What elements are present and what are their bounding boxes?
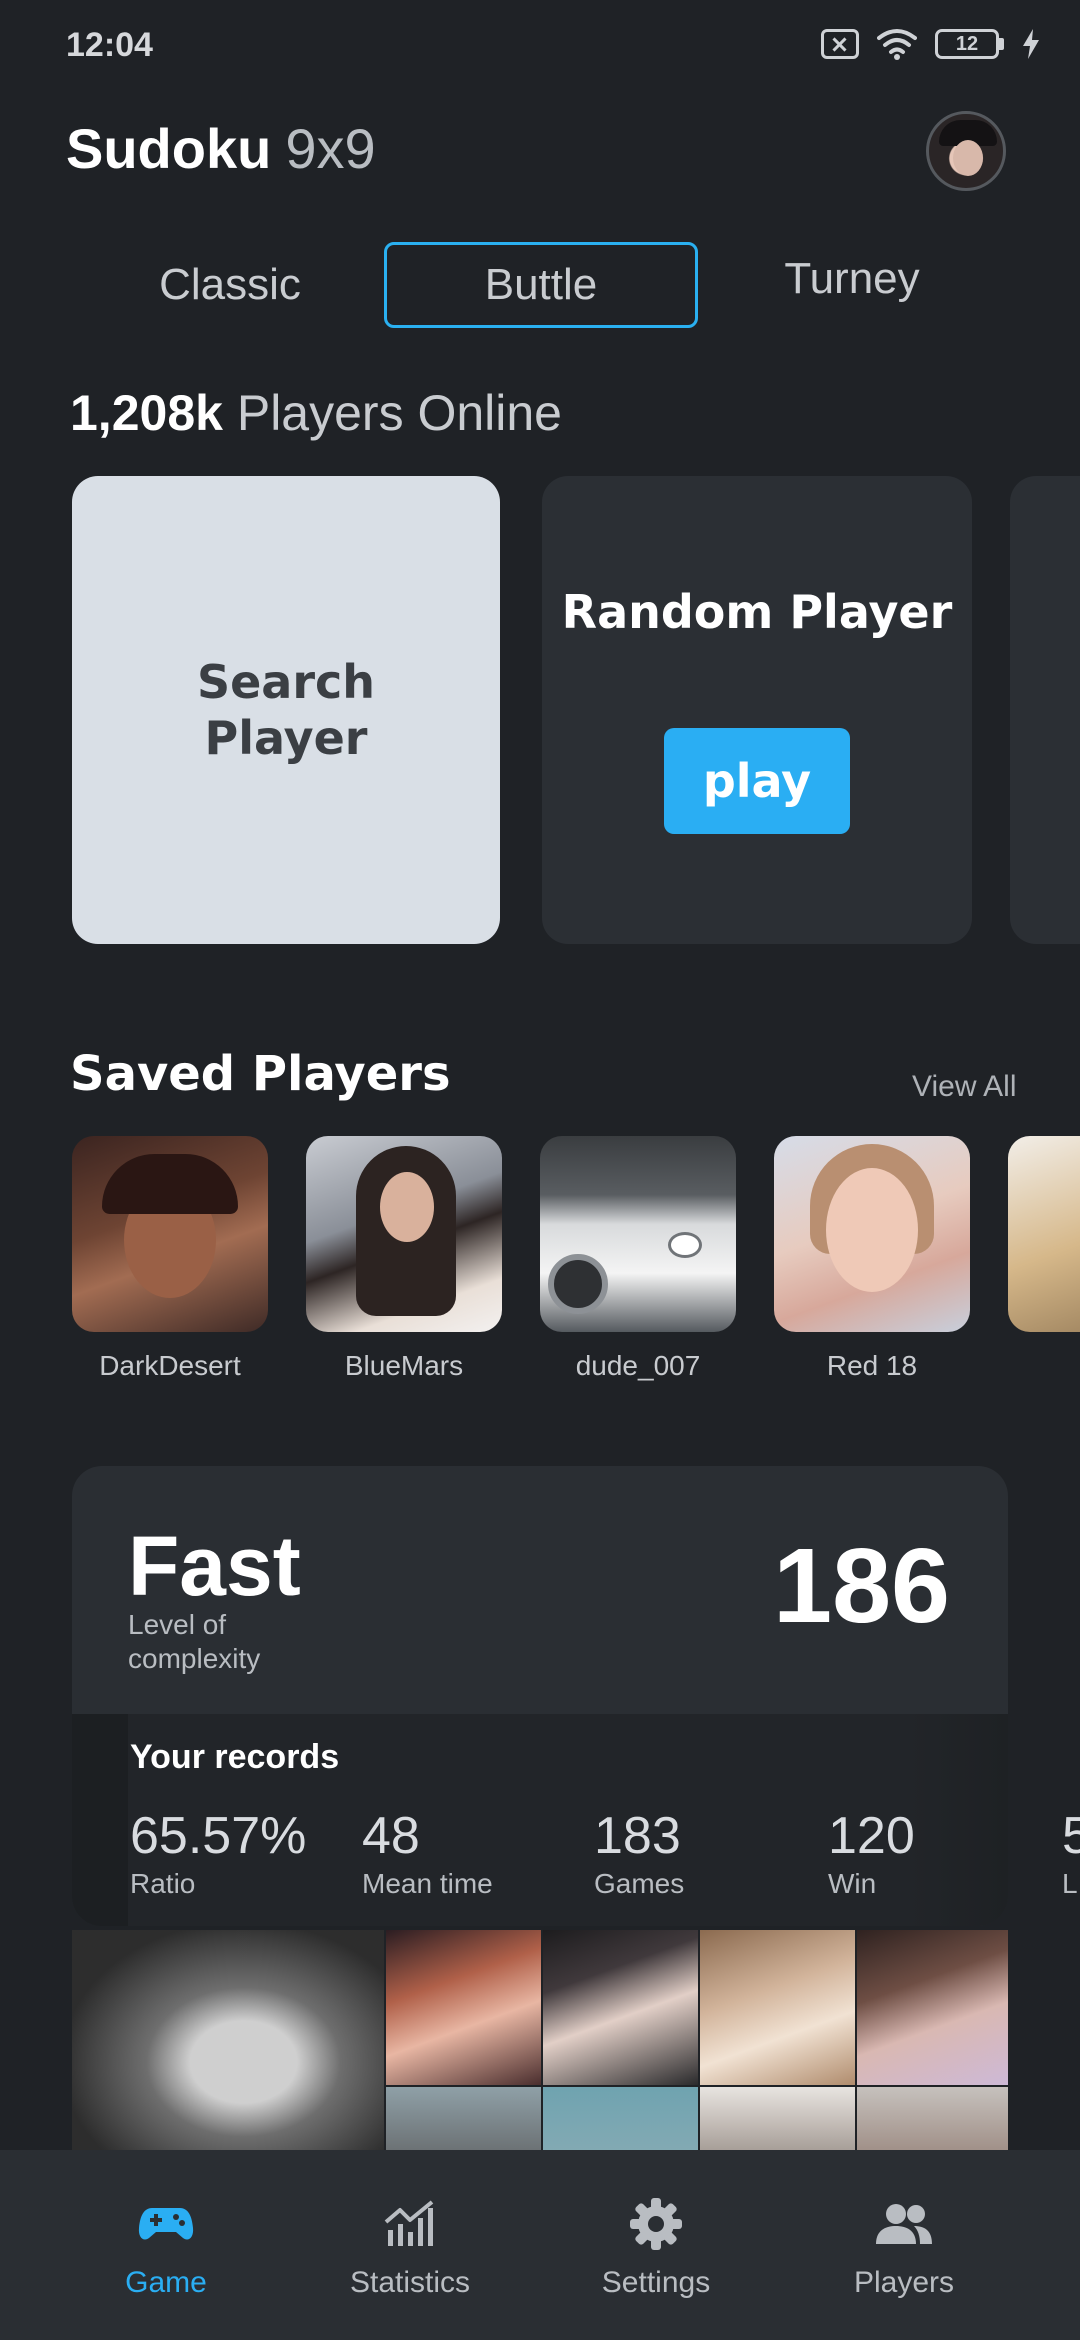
nav-players-label: Players	[853, 2266, 955, 2299]
sim-off-icon	[821, 29, 859, 59]
next-card-peek[interactable]	[1010, 476, 1080, 944]
player-photo[interactable]	[857, 1930, 1008, 2085]
saved-player-bluemars[interactable]: BlueMars	[306, 1136, 502, 1382]
nav-game[interactable]: Game	[66, 2196, 266, 2300]
battery-level: 12	[935, 29, 999, 59]
nav-settings[interactable]: Settings	[556, 2196, 756, 2300]
view-all-link[interactable]: View All	[912, 1070, 1017, 1104]
saved-player-name: BlueMars	[344, 1350, 464, 1381]
app-title: Sudoku 9x9	[66, 116, 376, 181]
saved-player-name: dude_007	[575, 1350, 701, 1381]
status-time: 12:04	[66, 26, 153, 64]
records-title: Your records	[130, 1738, 340, 1776]
record-win: 120 Win	[828, 1807, 915, 1899]
players-online-label: Players Online	[236, 385, 562, 441]
record-mean-time: 48 Mean time	[362, 1807, 493, 1899]
play-button[interactable]: play	[664, 728, 850, 834]
app-title-main: Sudoku	[66, 117, 272, 180]
random-player-card[interactable]: Random Player play	[542, 476, 972, 944]
gamepad-icon	[138, 2208, 194, 2240]
saved-player-darkdesert[interactable]: DarkDesert	[72, 1136, 268, 1382]
player-photo[interactable]	[543, 2087, 698, 2150]
player-photo[interactable]	[700, 1930, 855, 2085]
record-loss: 5 L	[1062, 1807, 1080, 1899]
saved-players-title: Saved Players	[70, 1046, 451, 1102]
player-photo[interactable]	[857, 2087, 1008, 2150]
nav-statistics[interactable]: Statistics	[310, 2196, 510, 2300]
gear-icon	[630, 2198, 682, 2250]
level-title: Fast	[128, 1519, 301, 1613]
player-photo[interactable]	[72, 1930, 384, 2150]
player-avatar	[306, 1136, 502, 1332]
nav-game-label: Game	[125, 2266, 207, 2299]
wifi-icon	[877, 29, 917, 60]
record-ratio: 65.57% Ratio	[130, 1807, 307, 1899]
tab-buttle[interactable]: Buttle	[384, 242, 698, 328]
saved-player-name: DarkDesert	[99, 1350, 241, 1381]
record-games: 183 Games	[594, 1807, 685, 1899]
player-photo[interactable]	[700, 2087, 855, 2150]
status-bar: 12:04 12	[0, 0, 1080, 96]
player-photo-grid	[72, 1930, 1008, 2150]
people-icon	[876, 2204, 932, 2244]
player-avatar	[774, 1136, 970, 1332]
player-photo[interactable]	[386, 2087, 541, 2150]
random-player-label: Random Player	[561, 585, 953, 639]
level-score: 186	[773, 1527, 950, 1645]
player-photo[interactable]	[386, 1930, 541, 2085]
nav-settings-label: Settings	[601, 2266, 711, 2299]
saved-player-peek[interactable]	[1008, 1136, 1080, 1332]
players-online: 1,208k Players Online	[70, 384, 562, 442]
nav-players[interactable]: Players	[804, 2196, 1004, 2300]
saved-player-red-18[interactable]: Red 18	[774, 1136, 970, 1382]
search-player-label: Search Player	[196, 655, 376, 765]
players-online-count: 1,208k	[70, 385, 223, 441]
app-title-sub: 9x9	[285, 117, 376, 180]
profile-avatar[interactable]	[926, 111, 1006, 191]
player-photo[interactable]	[543, 1930, 698, 2085]
nav-statistics-label: Statistics	[349, 2266, 471, 2299]
search-player-card[interactable]: Search Player	[72, 476, 500, 944]
battery-icon: 12	[935, 29, 1004, 59]
charging-icon	[1023, 29, 1039, 59]
level-subtitle: Level of complexity	[128, 1609, 261, 1674]
player-avatar	[1008, 1136, 1080, 1332]
player-avatar	[72, 1136, 268, 1332]
saved-player-dude-007[interactable]: dude_007	[540, 1136, 736, 1382]
bottom-nav: Game Statistics Settings Players	[0, 2150, 1080, 2340]
tab-classic[interactable]: Classic	[130, 242, 330, 328]
saved-player-name: Red 18	[826, 1350, 918, 1381]
chart-icon	[384, 2200, 434, 2246]
player-avatar	[540, 1136, 736, 1332]
status-icons: 12	[821, 28, 1040, 60]
app-screen: 12:04 12 Sudoku 9x9 Classic Buttle Turne…	[0, 0, 1080, 2340]
tab-turney[interactable]: Turney	[742, 236, 962, 322]
